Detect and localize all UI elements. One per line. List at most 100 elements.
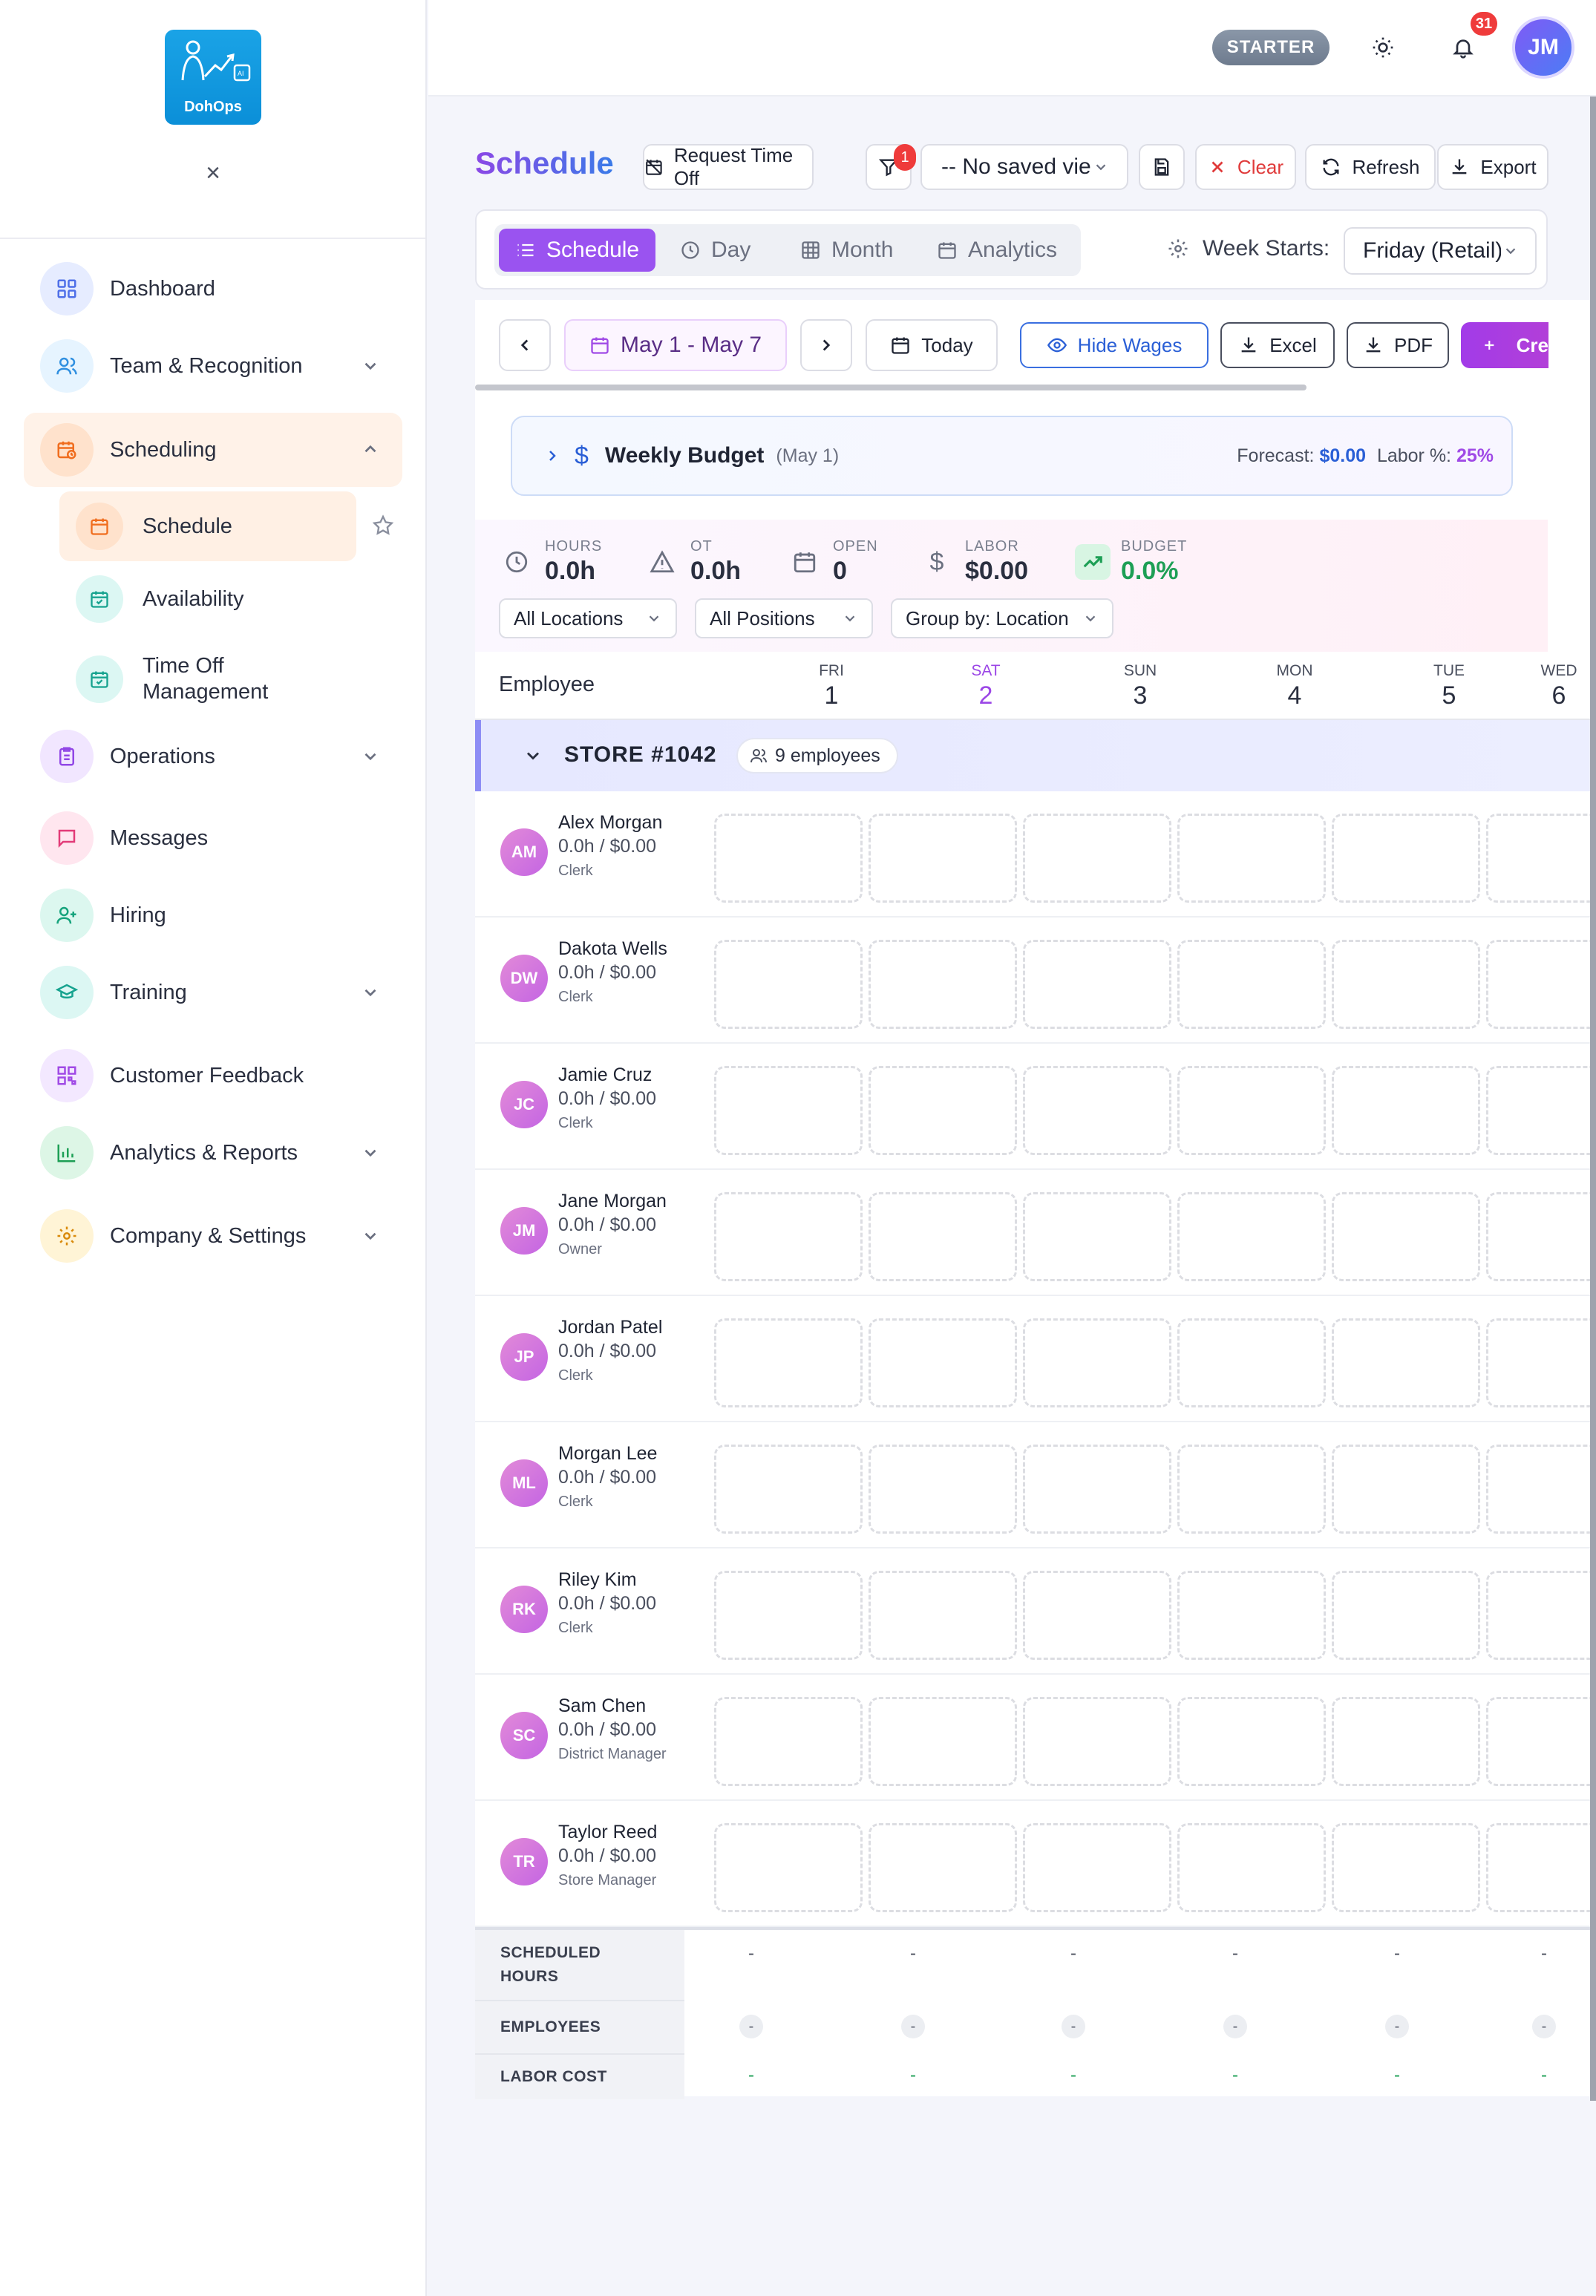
employee-name[interactable]: Dakota Wells (558, 938, 667, 960)
shift-slot[interactable] (714, 1318, 863, 1407)
position-filter-select[interactable]: All Positions (695, 598, 873, 638)
day-header-fri[interactable]: FRI 1 (787, 662, 876, 710)
chevron-up-icon[interactable] (361, 439, 380, 459)
close-sidebar-icon[interactable]: × (202, 160, 224, 186)
create-shift-button[interactable]: Cre (1461, 322, 1548, 368)
shift-slot[interactable] (1486, 1823, 1596, 1912)
shift-slot[interactable] (1177, 1192, 1326, 1281)
shift-slot[interactable] (1332, 1066, 1480, 1155)
employee-row[interactable]: JP Jordan Patel 0.0h / $0.00 Clerk (475, 1296, 1596, 1422)
previous-week-button[interactable] (499, 319, 551, 371)
employee-name[interactable]: Jamie Cruz (558, 1064, 652, 1086)
day-header-tue[interactable]: TUE 5 (1404, 662, 1494, 710)
sidebar-item-company-settings[interactable]: Company & Settings (24, 1200, 402, 1272)
store-group-row[interactable]: STORE #1042 9 employees (475, 720, 1596, 791)
weekly-budget-panel[interactable]: $ Weekly Budget (May 1) Forecast: $0.00 … (511, 416, 1513, 496)
theme-toggle-sun-icon[interactable] (1365, 30, 1401, 65)
employee-row[interactable]: JC Jamie Cruz 0.0h / $0.00 Clerk (475, 1044, 1596, 1170)
sidebar-subitem-schedule[interactable]: Schedule (59, 491, 356, 561)
sidebar-item-scheduling[interactable]: Scheduling (24, 413, 402, 487)
day-header-mon[interactable]: MON 4 (1250, 662, 1339, 710)
shift-slot[interactable] (869, 1318, 1017, 1407)
tab-month[interactable]: Month (784, 229, 909, 272)
shift-slot[interactable] (1486, 1066, 1596, 1155)
save-view-button[interactable] (1139, 144, 1185, 190)
employee-name[interactable]: Taylor Reed (558, 1822, 657, 1843)
sidebar-item-dashboard[interactable]: Dashboard (24, 252, 402, 325)
sidebar-item-training[interactable]: Training (24, 956, 402, 1029)
shift-slot[interactable] (1023, 940, 1171, 1029)
shift-slot[interactable] (1023, 1445, 1171, 1534)
shift-slot[interactable] (1486, 1697, 1596, 1786)
shift-slot[interactable] (1177, 1066, 1326, 1155)
employee-name[interactable]: Alex Morgan (558, 812, 662, 834)
shift-slot[interactable] (1023, 1571, 1171, 1660)
tab-schedule[interactable]: Schedule (499, 229, 656, 272)
shift-slot[interactable] (714, 1192, 863, 1281)
chevron-right-icon[interactable] (543, 447, 561, 465)
sidebar-subitem-availability[interactable]: Availability (59, 564, 356, 634)
employee-row[interactable]: AM Alex Morgan 0.0h / $0.00 Clerk (475, 791, 1596, 918)
shift-slot[interactable] (714, 1445, 863, 1534)
shift-slot[interactable] (1332, 940, 1480, 1029)
sidebar-item-team-recognition[interactable]: Team & Recognition (24, 330, 402, 402)
shift-slot[interactable] (714, 1697, 863, 1786)
saved-view-select[interactable]: -- No saved vie (920, 144, 1128, 190)
date-range-picker[interactable]: May 1 - May 7 (564, 319, 787, 371)
shift-slot[interactable] (1332, 1697, 1480, 1786)
shift-slot[interactable] (1023, 1318, 1171, 1407)
employee-row[interactable]: RK Riley Kim 0.0h / $0.00 Clerk (475, 1548, 1596, 1675)
chevron-down-icon[interactable] (361, 1143, 380, 1162)
sidebar-item-analytics-reports[interactable]: Analytics & Reports (24, 1116, 402, 1189)
shift-slot[interactable] (1177, 1318, 1326, 1407)
employee-row[interactable]: SC Sam Chen 0.0h / $0.00 District Manager (475, 1675, 1596, 1801)
chevron-down-icon[interactable] (361, 983, 380, 1002)
shift-slot[interactable] (1177, 1823, 1326, 1912)
shift-slot[interactable] (869, 1066, 1017, 1155)
day-header-sun[interactable]: SUN 3 (1096, 662, 1185, 710)
shift-slot[interactable] (1332, 1823, 1480, 1912)
employee-row[interactable]: ML Morgan Lee 0.0h / $0.00 Clerk (475, 1422, 1596, 1548)
chevron-down-icon[interactable] (523, 745, 543, 766)
shift-slot[interactable] (1486, 940, 1596, 1029)
shift-slot[interactable] (1332, 1571, 1480, 1660)
shift-slot[interactable] (714, 1823, 863, 1912)
export-button[interactable]: Export (1437, 144, 1548, 190)
shift-slot[interactable] (1177, 814, 1326, 903)
employee-row[interactable]: JM Jane Morgan 0.0h / $0.00 Owner (475, 1170, 1596, 1296)
shift-slot[interactable] (1023, 1066, 1171, 1155)
tab-analytics[interactable]: Analytics (920, 229, 1073, 272)
shift-slot[interactable] (714, 940, 863, 1029)
sidebar-subitem-time-off-management[interactable]: Time Off Management (59, 641, 356, 717)
export-pdf-button[interactable]: PDF (1347, 322, 1449, 368)
shift-slot[interactable] (869, 940, 1017, 1029)
shift-slot[interactable] (1486, 1318, 1596, 1407)
employee-row[interactable]: DW Dakota Wells 0.0h / $0.00 Clerk (475, 918, 1596, 1044)
shift-slot[interactable] (869, 1697, 1017, 1786)
refresh-button[interactable]: Refresh (1305, 144, 1436, 190)
shift-slot[interactable] (1332, 1445, 1480, 1534)
location-filter-select[interactable]: All Locations (499, 598, 677, 638)
shift-slot[interactable] (714, 1571, 863, 1660)
employee-name[interactable]: Jane Morgan (558, 1191, 667, 1212)
vertical-scrollbar[interactable] (1590, 97, 1596, 2101)
shift-slot[interactable] (1332, 814, 1480, 903)
group-by-select[interactable]: Group by: Location (891, 598, 1113, 638)
hide-wages-button[interactable]: Hide Wages (1020, 322, 1209, 368)
chevron-down-icon[interactable] (361, 356, 380, 376)
request-time-off-button[interactable]: Request Time Off (643, 144, 814, 190)
sidebar-item-messages[interactable]: Messages (24, 802, 402, 874)
day-header-wed[interactable]: WED 6 (1529, 662, 1589, 710)
day-header-sat[interactable]: SAT 2 (941, 662, 1030, 710)
employee-name[interactable]: Jordan Patel (558, 1317, 662, 1338)
shift-slot[interactable] (1486, 1445, 1596, 1534)
horizontal-scrollbar[interactable] (475, 385, 1306, 390)
shift-slot[interactable] (869, 1571, 1017, 1660)
shift-slot[interactable] (869, 1445, 1017, 1534)
shift-slot[interactable] (869, 1192, 1017, 1281)
sidebar-item-hiring[interactable]: Hiring (24, 879, 402, 952)
shift-slot[interactable] (1023, 1192, 1171, 1281)
next-week-button[interactable] (800, 319, 852, 371)
bell-icon[interactable] (1445, 30, 1481, 65)
user-avatar[interactable]: JM (1512, 16, 1574, 79)
